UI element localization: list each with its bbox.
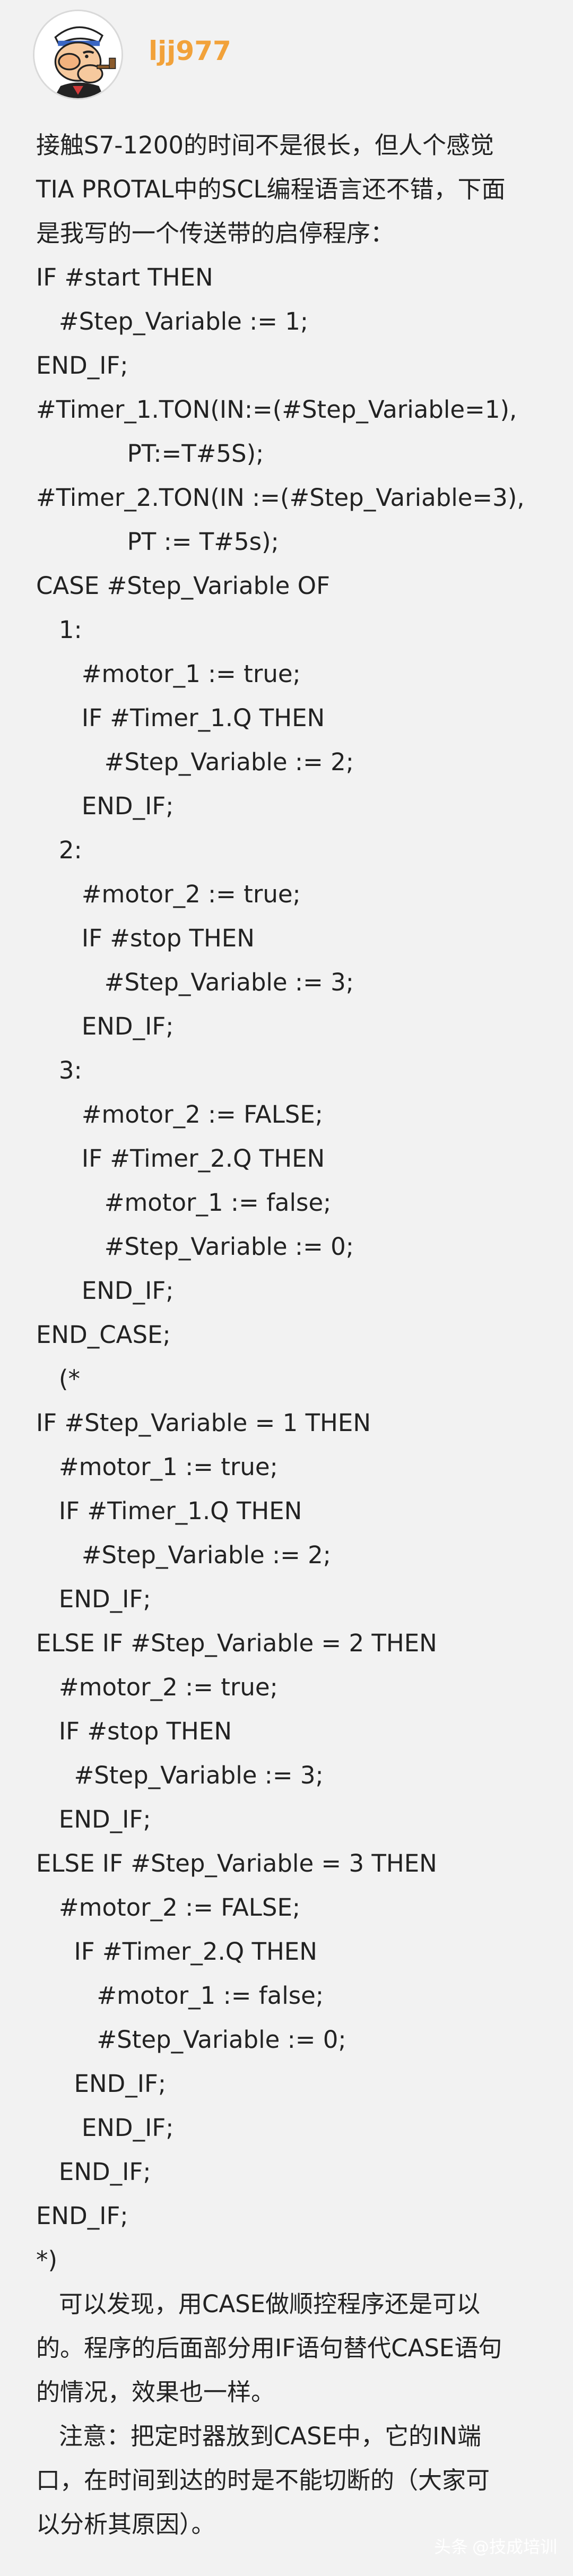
post-text-line: 3: <box>36 1056 82 1084</box>
post-text-line: #motor_1 := false; <box>36 1188 332 1217</box>
post-text-line: #Timer_1.TON(IN:=(#Step_Variable=1), <box>36 395 517 424</box>
post-text-line: END_IF; <box>36 1585 151 1613</box>
post-text-line: 是我写的一个传送带的启停程序： <box>36 219 395 247</box>
post-text-line: #Step_Variable := 1; <box>36 307 309 335</box>
post-text-line: #motor_1 := false; <box>36 1981 324 2010</box>
post-text-line: IF #Timer_2.Q THEN <box>36 1144 325 1173</box>
post-text-line: #motor_2 := true; <box>36 1673 278 1701</box>
post-text-line: PT:=T#5S); <box>36 440 264 468</box>
post-text-line: 1: <box>36 616 82 644</box>
post-text-line: END_IF; <box>36 1277 174 1305</box>
watermark-source: 头条 <box>433 2537 468 2557</box>
post-text-line: 口，在时间到达的时是不能切断的（大家可 <box>36 2466 490 2494</box>
post-text-line: #Step_Variable := 3; <box>36 1761 324 1789</box>
post-text-line: 的。程序的后面部分用IF语句替代CASE语句 <box>36 2334 502 2362</box>
post-text-line: #motor_2 := FALSE; <box>36 1893 301 1922</box>
watermark: 头条 @技成培训 <box>434 2534 557 2558</box>
post-text-line: #Timer_2.TON(IN :=(#Step_Variable=3), <box>36 484 525 512</box>
post-text-line: TIA PROTAL中的SCL编程语言还不错，下面 <box>36 175 506 203</box>
post-text-line: #Step_Variable := 2; <box>36 748 354 776</box>
post-text-line: 接触S7-1200的时间不是很长，但人个感觉 <box>36 131 494 159</box>
post-text-line: END_IF; <box>36 2202 128 2230</box>
post-header: ljj977 <box>0 0 573 106</box>
post-text-line: END_IF; <box>36 351 128 380</box>
watermark-account: @技成培训 <box>472 2537 557 2557</box>
post-text-line: ELSE IF #Step_Variable = 3 THEN <box>36 1849 437 1877</box>
author-username[interactable]: ljj977 <box>149 35 231 67</box>
post-text-line: IF #Timer_1.Q THEN <box>36 1497 302 1525</box>
post-text-line: #motor_1 := true; <box>36 1453 278 1481</box>
post-text-line: 可以发现，用CASE做顺控程序还是可以 <box>36 2290 481 2318</box>
post-text-line: #Step_Variable := 2; <box>36 1541 331 1569</box>
post-text-line: IF #stop THEN <box>36 1717 232 1745</box>
post-text-line: END_IF; <box>36 792 174 820</box>
post-text-line: 注意：把定时器放到CASE中，它的IN端 <box>36 2422 482 2450</box>
post-text-line: END_IF; <box>36 2158 151 2186</box>
post-text-line: IF #Step_Variable = 1 THEN <box>36 1409 371 1437</box>
post-text-line: #Step_Variable := 0; <box>36 2026 346 2054</box>
post-text-line: IF #start THEN <box>36 263 213 291</box>
post-text-line: ELSE IF #Step_Variable = 2 THEN <box>36 1629 437 1657</box>
post-text-line: IF #stop THEN <box>36 924 255 952</box>
popeye-avatar-icon[interactable] <box>33 10 123 100</box>
post-text-line: #motor_1 := true; <box>36 660 301 688</box>
post-text-line: (* <box>36 1365 80 1393</box>
post-text-line: #Step_Variable := 3; <box>36 968 354 996</box>
post-text-line: END_IF; <box>36 1805 151 1833</box>
post-text-line: 的情况，效果也一样。 <box>36 2378 275 2406</box>
post-text-line: #Step_Variable := 0; <box>36 1233 354 1261</box>
post-text-line: PT := T#5s); <box>36 528 279 556</box>
post-text-line: *) <box>36 2246 58 2274</box>
post-body: 接触S7-1200的时间不是很长，但人个感觉 TIA PROTAL中的SCL编程语… <box>36 123 551 2546</box>
post-text-line: IF #Timer_1.Q THEN <box>36 704 325 732</box>
post-text-line: CASE #Step_Variable OF <box>36 572 330 600</box>
post-text-line: END_IF; <box>36 1012 174 1040</box>
post-text-line: END_IF; <box>36 2114 174 2142</box>
post-text-line: 2: <box>36 836 82 864</box>
post-text-line: IF #Timer_2.Q THEN <box>36 1937 317 1966</box>
post-text-line: END_IF; <box>36 2070 167 2098</box>
post-text-line: END_CASE; <box>36 1321 171 1349</box>
post-text-line: #motor_2 := FALSE; <box>36 1100 323 1128</box>
post-text-line: #motor_2 := true; <box>36 880 301 908</box>
